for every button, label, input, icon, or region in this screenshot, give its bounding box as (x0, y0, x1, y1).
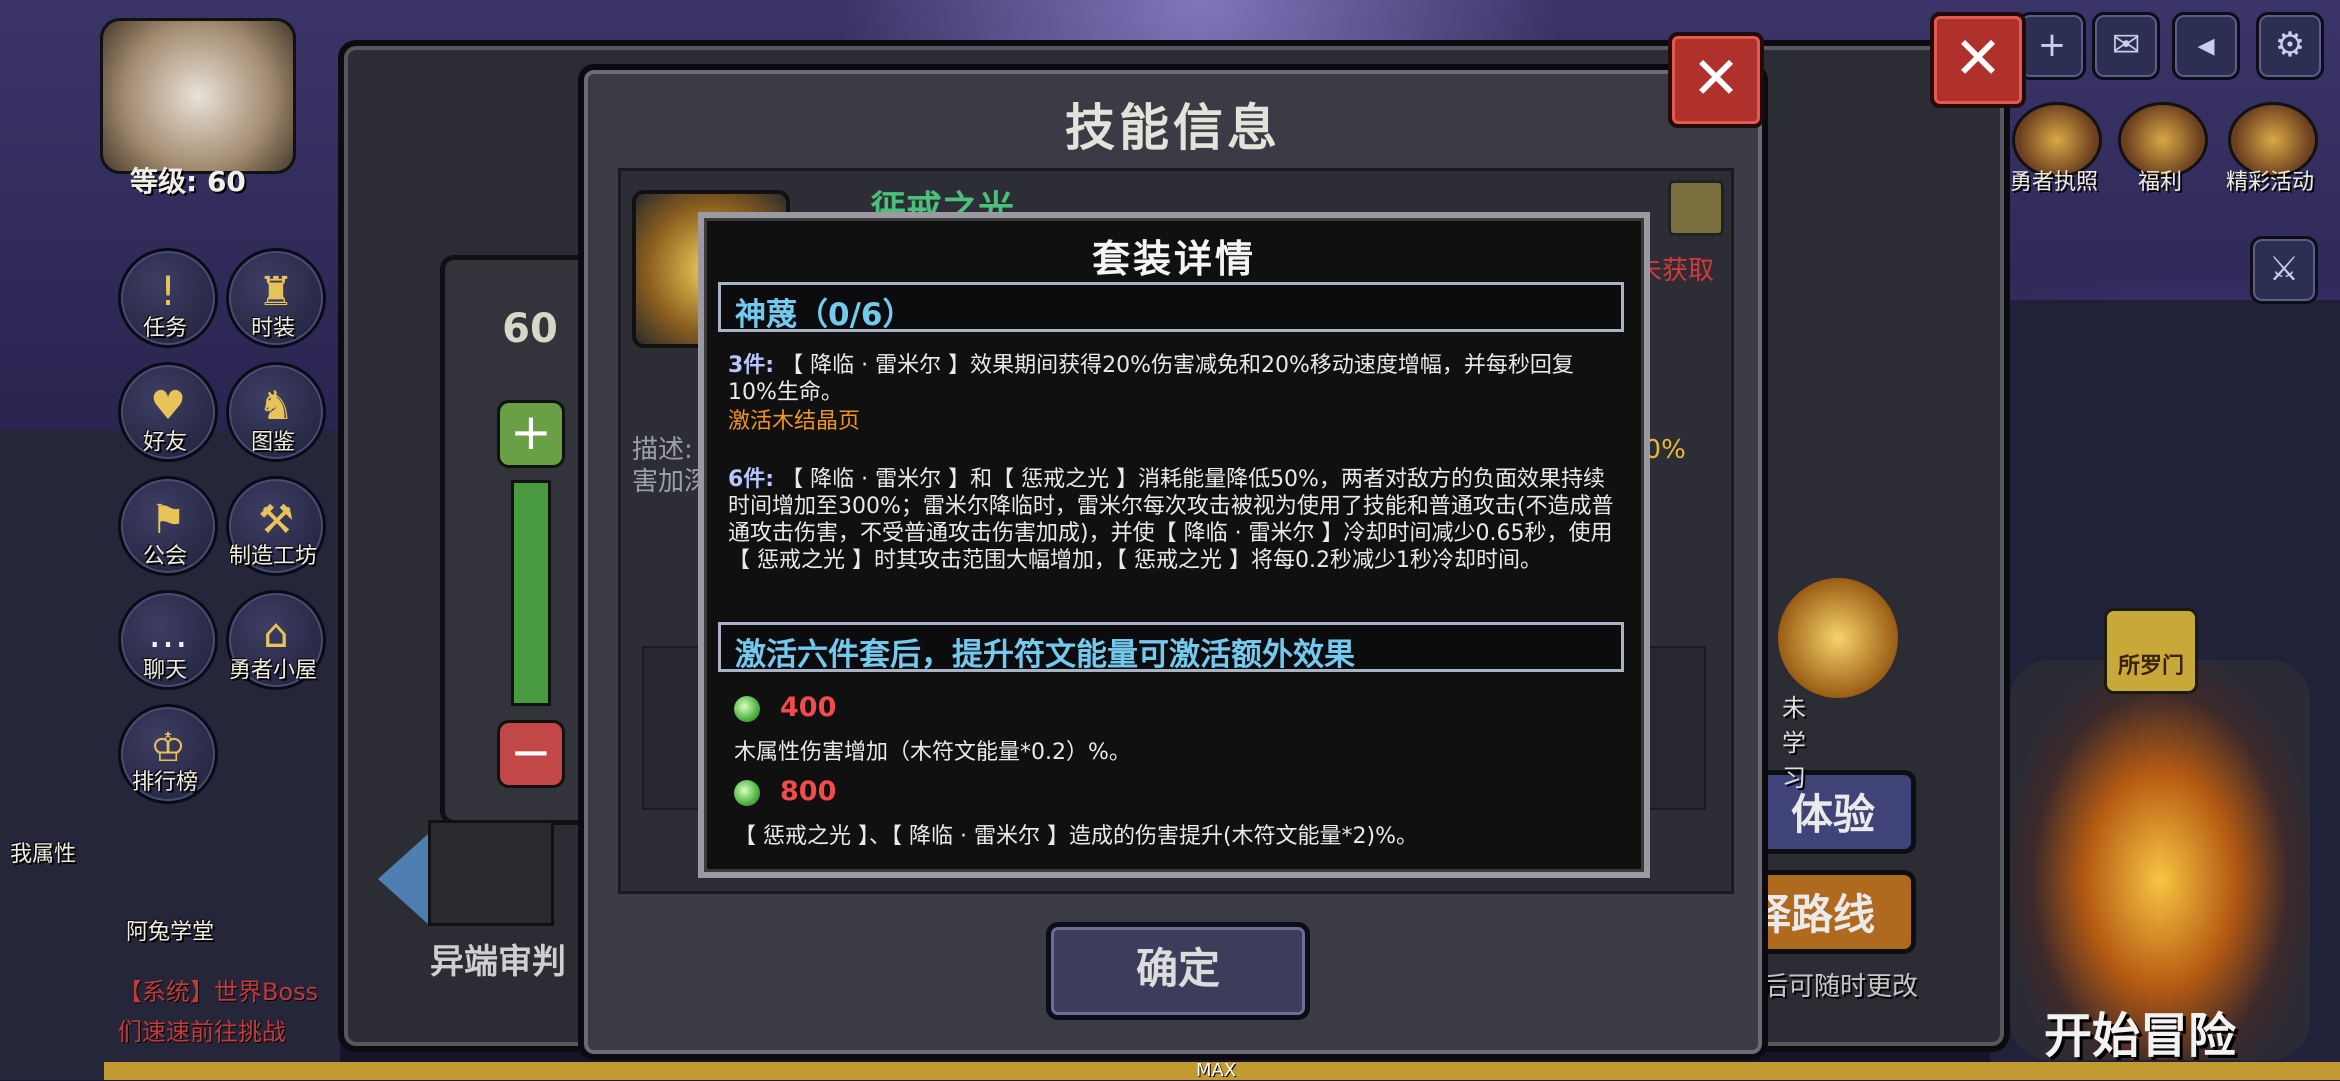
bonus-6-tag: 6件: (728, 467, 775, 492)
set-name: 神蔑（0/6） (735, 297, 914, 333)
rune-tier-1-value: 400 (780, 692, 837, 723)
rune-tier-2-value: 800 (780, 776, 837, 807)
bonus-6-text: 【 降临 · 雷米尔 】和【 惩戒之光 】消耗能量降低50%，两者对敌方的负面效… (728, 467, 1614, 573)
wood-rune-icon (734, 780, 760, 806)
bonus-3-tag: 3件: (728, 353, 775, 378)
activate-hint: 激活木结晶页 (728, 409, 861, 434)
bonus-3-text: 【 降临 · 雷米尔 】效果期间获得20%伤害减免和20%移动速度增幅，并每秒回… (728, 353, 1574, 405)
experience-max-label: MAX (1196, 1060, 1237, 1081)
bonus-6-piece: 6件: 【 降临 · 雷米尔 】和【 惩戒之光 】消耗能量降低50%，两者对敌方… (728, 466, 1618, 574)
rune-bonus-title: 激活六件套后，提升符文能量可激活额外效果 (735, 637, 1355, 673)
rune-tier-1-effect: 木属性伤害增加（木符文能量*0.2）%。 (734, 740, 1131, 765)
wood-rune-icon (734, 696, 760, 722)
rune-bonus-header: 激活六件套后，提升符文能量可激活额外效果 (718, 622, 1624, 673)
suit-details-popup: 套装详情 神蔑（0/6） 3件: 【 降临 · 雷米尔 】效果期间获得20%伤害… (698, 212, 1650, 878)
rune-tier-2-effect: 【 惩戒之光 】、【 降临 · 雷米尔 】造成的伤害提升(木符文能量*2)%。 (734, 824, 1419, 849)
bonus-3-piece: 3件: 【 降临 · 雷米尔 】效果期间获得20%伤害减免和20%移动速度增幅，… (728, 352, 1618, 406)
set-name-header: 神蔑（0/6） (718, 282, 1624, 333)
popup-title: 套装详情 (1091, 237, 1256, 281)
